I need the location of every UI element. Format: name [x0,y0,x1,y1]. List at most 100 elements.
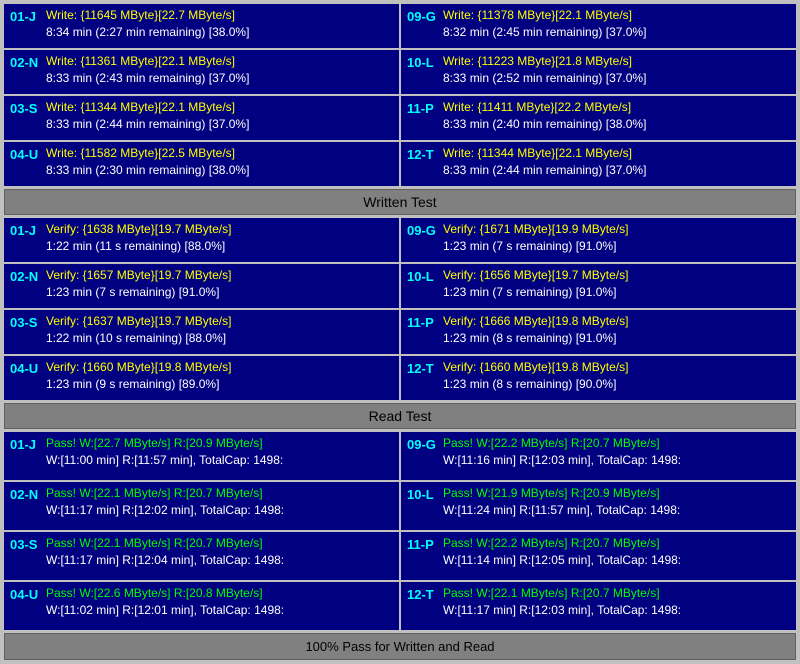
cell-line2-02N-verify: 1:23 min (7 s remaining) [91.0%] [46,284,393,301]
cell-line2-10L-verify: 1:23 min (7 s remaining) [91.0%] [443,284,790,301]
cell-content-01J-verify: Verify: {1638 MByte}[19.7 MByte/s] 1:22 … [46,221,393,255]
cell-content-04U-write: Write: {11582 MByte}[22.5 MByte/s] 8:33 … [46,145,393,179]
cell-content-12T-write: Write: {11344 MByte}[22.1 MByte/s] 8:33 … [443,145,790,179]
cell-line2-04U-verify: 1:23 min (9 s remaining) [89.0%] [46,376,393,393]
cell-09G-write: 09-G Write: {11378 MByte}[22.1 MByte/s] … [401,4,796,48]
cell-label-04U-verify: 04-U [10,359,40,376]
cell-label-11P-write: 11-P [407,99,437,116]
cell-line1-11P-verify: Verify: {1666 MByte}[19.8 MByte/s] [443,313,790,330]
cell-line1-10L-write: Write: {11223 MByte}[21.8 MByte/s] [443,53,790,70]
cell-label-11P-pass: 11-P [407,535,437,552]
cell-line1-11P-write: Write: {11411 MByte}[22.2 MByte/s] [443,99,790,116]
cell-line2-01J-write: 8:34 min (2:27 min remaining) [38.0%] [46,24,393,41]
cell-line2-09G-write: 8:32 min (2:45 min remaining) [37.0%] [443,24,790,41]
cell-label-01J-verify: 01-J [10,221,40,238]
cell-line2-11P-verify: 1:23 min (8 s remaining) [91.0%] [443,330,790,347]
cell-line2-01J-verify: 1:22 min (11 s remaining) [88.0%] [46,238,393,255]
cell-line2-03S-pass: W:[11:17 min] R:[12:04 min], TotalCap: 1… [46,552,393,569]
cell-label-10L-verify: 10-L [407,267,437,284]
cell-line1-04U-write: Write: {11582 MByte}[22.5 MByte/s] [46,145,393,162]
cell-content-02N-verify: Verify: {1657 MByte}[19.7 MByte/s] 1:23 … [46,267,393,301]
cell-line2-10L-write: 8:33 min (2:52 min remaining) [37.0%] [443,70,790,87]
cell-label-09G-verify: 09-G [407,221,437,238]
cell-09G-verify: 09-G Verify: {1671 MByte}[19.9 MByte/s] … [401,218,796,262]
cell-04U-verify: 04-U Verify: {1660 MByte}[19.8 MByte/s] … [4,356,399,400]
cell-label-12T-verify: 12-T [407,359,437,376]
cell-09G-pass: 09-G Pass! W:[22.2 MByte/s] R:[20.7 MByt… [401,432,796,480]
cell-line1-02N-pass: Pass! W:[22.1 MByte/s] R:[20.7 MByte/s] [46,485,393,502]
cell-label-03S-pass: 03-S [10,535,40,552]
cell-content-03S-verify: Verify: {1637 MByte}[19.7 MByte/s] 1:22 … [46,313,393,347]
cell-label-04U-write: 04-U [10,145,40,162]
cell-line2-12T-pass: W:[11:17 min] R:[12:03 min], TotalCap: 1… [443,602,790,619]
cell-content-03S-pass: Pass! W:[22.1 MByte/s] R:[20.7 MByte/s] … [46,535,393,569]
cell-content-09G-write: Write: {11378 MByte}[22.1 MByte/s] 8:32 … [443,7,790,41]
cell-03S-pass: 03-S Pass! W:[22.1 MByte/s] R:[20.7 MByt… [4,532,399,580]
cell-label-02N-write: 02-N [10,53,40,70]
cell-line1-09G-pass: Pass! W:[22.2 MByte/s] R:[20.7 MByte/s] [443,435,790,452]
cell-content-12T-verify: Verify: {1660 MByte}[19.8 MByte/s] 1:23 … [443,359,790,393]
verify-test-grid: 01-J Verify: {1638 MByte}[19.7 MByte/s] … [4,218,796,400]
cell-content-09G-verify: Verify: {1671 MByte}[19.9 MByte/s] 1:23 … [443,221,790,255]
cell-line2-09G-pass: W:[11:16 min] R:[12:03 min], TotalCap: 1… [443,452,790,469]
read-test-grid: 01-J Pass! W:[22.7 MByte/s] R:[20.9 MByt… [4,432,796,630]
cell-content-11P-pass: Pass! W:[22.2 MByte/s] R:[20.7 MByte/s] … [443,535,790,569]
main-container: 01-J Write: {11645 MByte}[22.7 MByte/s] … [0,0,800,664]
cell-line2-11P-pass: W:[11:14 min] R:[12:05 min], TotalCap: 1… [443,552,790,569]
cell-02N-verify: 02-N Verify: {1657 MByte}[19.7 MByte/s] … [4,264,399,308]
cell-label-04U-pass: 04-U [10,585,40,602]
cell-line1-01J-write: Write: {11645 MByte}[22.7 MByte/s] [46,7,393,24]
cell-line1-04U-verify: Verify: {1660 MByte}[19.8 MByte/s] [46,359,393,376]
cell-label-09G-pass: 09-G [407,435,437,452]
cell-label-02N-pass: 02-N [10,485,40,502]
cell-line2-04U-write: 8:33 min (2:30 min remaining) [38.0%] [46,162,393,179]
cell-label-12T-write: 12-T [407,145,437,162]
written-test-section: 01-J Write: {11645 MByte}[22.7 MByte/s] … [4,4,796,215]
cell-02N-pass: 02-N Pass! W:[22.1 MByte/s] R:[20.7 MByt… [4,482,399,530]
cell-03S-write: 03-S Write: {11344 MByte}[22.1 MByte/s] … [4,96,399,140]
cell-line2-03S-verify: 1:22 min (10 s remaining) [88.0%] [46,330,393,347]
cell-11P-verify: 11-P Verify: {1666 MByte}[19.8 MByte/s] … [401,310,796,354]
cell-line2-02N-write: 8:33 min (2:43 min remaining) [37.0%] [46,70,393,87]
cell-line2-10L-pass: W:[11:24 min] R:[11:57 min], TotalCap: 1… [443,502,790,519]
cell-content-11P-write: Write: {11411 MByte}[22.2 MByte/s] 8:33 … [443,99,790,133]
cell-label-03S-write: 03-S [10,99,40,116]
cell-line1-12T-verify: Verify: {1660 MByte}[19.8 MByte/s] [443,359,790,376]
cell-content-11P-verify: Verify: {1666 MByte}[19.8 MByte/s] 1:23 … [443,313,790,347]
cell-label-10L-write: 10-L [407,53,437,70]
cell-content-10L-verify: Verify: {1656 MByte}[19.7 MByte/s] 1:23 … [443,267,790,301]
cell-line2-01J-pass: W:[11:00 min] R:[11:57 min], TotalCap: 1… [46,452,393,469]
cell-line1-02N-verify: Verify: {1657 MByte}[19.7 MByte/s] [46,267,393,284]
cell-content-04U-pass: Pass! W:[22.6 MByte/s] R:[20.8 MByte/s] … [46,585,393,619]
cell-content-02N-pass: Pass! W:[22.1 MByte/s] R:[20.7 MByte/s] … [46,485,393,519]
cell-11P-pass: 11-P Pass! W:[22.2 MByte/s] R:[20.7 MByt… [401,532,796,580]
cell-label-11P-verify: 11-P [407,313,437,330]
cell-label-02N-verify: 02-N [10,267,40,284]
cell-label-01J-write: 01-J [10,7,40,24]
cell-content-09G-pass: Pass! W:[22.2 MByte/s] R:[20.7 MByte/s] … [443,435,790,469]
cell-line1-03S-verify: Verify: {1637 MByte}[19.7 MByte/s] [46,313,393,330]
cell-content-10L-pass: Pass! W:[21.9 MByte/s] R:[20.9 MByte/s] … [443,485,790,519]
cell-label-01J-pass: 01-J [10,435,40,452]
cell-label-12T-pass: 12-T [407,585,437,602]
written-test-grid: 01-J Write: {11645 MByte}[22.7 MByte/s] … [4,4,796,186]
cell-01J-verify: 01-J Verify: {1638 MByte}[19.7 MByte/s] … [4,218,399,262]
cell-01J-pass: 01-J Pass! W:[22.7 MByte/s] R:[20.9 MByt… [4,432,399,480]
cell-content-02N-write: Write: {11361 MByte}[22.1 MByte/s] 8:33 … [46,53,393,87]
cell-10L-pass: 10-L Pass! W:[21.9 MByte/s] R:[20.9 MByt… [401,482,796,530]
cell-02N-write: 02-N Write: {11361 MByte}[22.1 MByte/s] … [4,50,399,94]
read-test-header: Read Test [4,403,796,429]
cell-line1-09G-verify: Verify: {1671 MByte}[19.9 MByte/s] [443,221,790,238]
cell-line1-10L-pass: Pass! W:[21.9 MByte/s] R:[20.9 MByte/s] [443,485,790,502]
cell-line1-02N-write: Write: {11361 MByte}[22.1 MByte/s] [46,53,393,70]
cell-label-09G-write: 09-G [407,7,437,24]
cell-12T-write: 12-T Write: {11344 MByte}[22.1 MByte/s] … [401,142,796,186]
cell-line2-02N-pass: W:[11:17 min] R:[12:02 min], TotalCap: 1… [46,502,393,519]
footer-status: 100% Pass for Written and Read [4,633,796,660]
cell-label-03S-verify: 03-S [10,313,40,330]
cell-line1-01J-pass: Pass! W:[22.7 MByte/s] R:[20.9 MByte/s] [46,435,393,452]
cell-line1-12T-pass: Pass! W:[22.1 MByte/s] R:[20.7 MByte/s] [443,585,790,602]
cell-12T-pass: 12-T Pass! W:[22.1 MByte/s] R:[20.7 MByt… [401,582,796,630]
read-test-section: 01-J Pass! W:[22.7 MByte/s] R:[20.9 MByt… [4,432,796,630]
cell-line2-09G-verify: 1:23 min (7 s remaining) [91.0%] [443,238,790,255]
